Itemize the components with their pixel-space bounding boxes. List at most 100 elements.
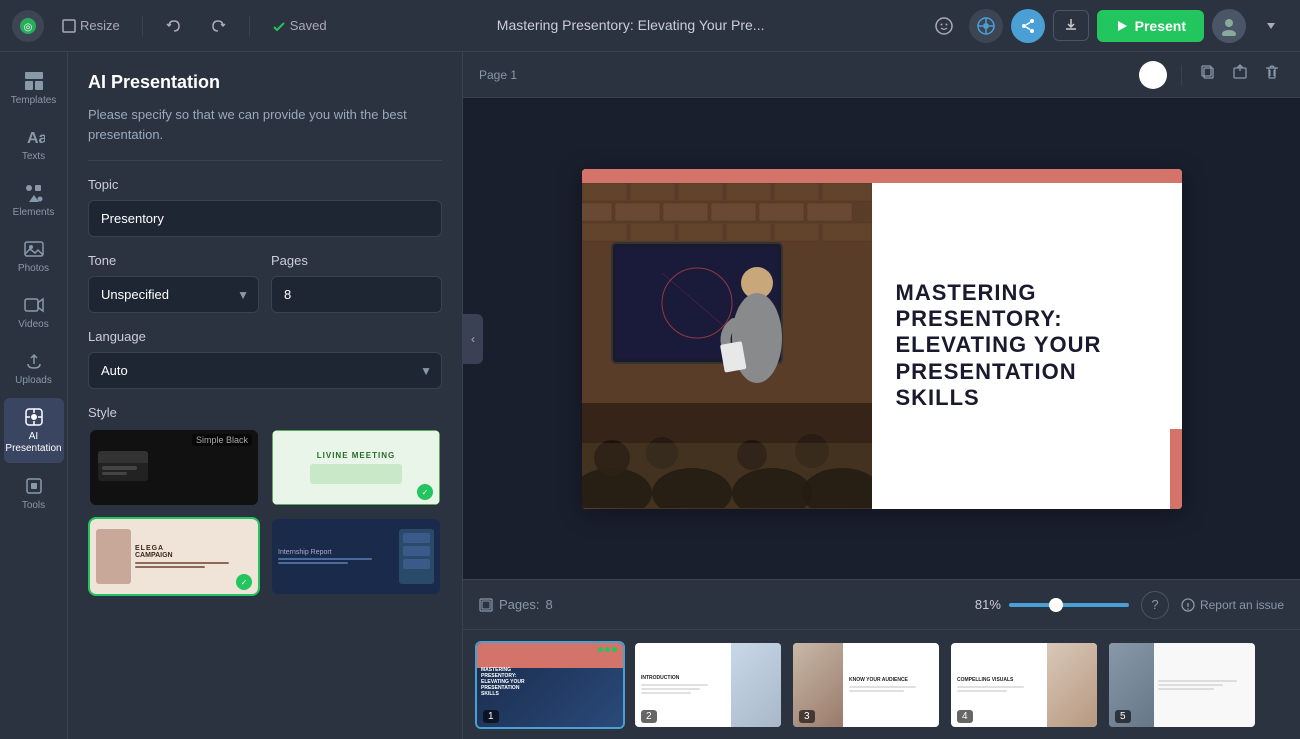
download-button[interactable] [1053,10,1089,41]
tone-label: Tone [88,253,259,268]
sidebar-item-uploads[interactable]: Uploads [4,342,64,394]
resize-label: Resize [80,18,120,33]
sidebar-item-photos[interactable]: Photos [4,230,64,282]
language-select-wrapper: Auto English Spanish French ▼ [88,352,442,389]
thumbnail-2[interactable]: INTRODUCTION 2 [633,641,783,729]
tone-field: Tone Unspecified Formal Casual Inspirati… [88,253,259,313]
report-issue-button[interactable]: Report an issue [1181,598,1284,612]
collapse-panel-button[interactable]: ‹ [463,314,483,364]
report-label: Report an issue [1200,598,1284,612]
pages-label: Pages: [499,597,539,612]
color-picker-white[interactable] [1139,61,1167,89]
doc-title: Mastering Presentory: Elevating Your Pre… [497,17,765,33]
language-label: Language [88,329,442,344]
sidebar-item-tools[interactable]: Tools [4,467,64,519]
copy-button[interactable] [1196,60,1220,89]
style-card-livine-meeting[interactable]: LIVINE MEETING ✓ [270,428,442,507]
avatar-dropdown-button[interactable] [1254,9,1288,43]
sidebar-templates-label: Templates [11,95,57,106]
thumbnail-3[interactable]: KNOW YOUR AUDIENCE 3 [791,641,941,729]
slide-background-image [582,183,872,509]
sidebar-texts-label: Texts [22,151,45,162]
language-select[interactable]: Auto English Spanish French [88,352,442,389]
slide-preview: MASTERING PRESENTORY: ELEVATING YOUR PRE… [582,169,1182,509]
slide-text-area: MASTERING PRESENTORY: ELEVATING YOUR PRE… [872,183,1182,509]
slide-photo-area [582,183,872,509]
ai-panel-description: Please specify so that we can provide yo… [88,105,442,144]
thumbnail-5[interactable]: 5 [1107,641,1257,729]
user-avatar[interactable] [1212,9,1246,43]
sidebar-photos-label: Photos [18,263,49,274]
sidebar-item-ai[interactable]: AIPresentation [4,398,64,463]
bottom-bar: Pages: 8 81% ? Report an issue [463,579,1300,629]
svg-text:Aa: Aa [27,130,45,147]
slide-body: MASTERING PRESENTORY: ELEVATING YOUR PRE… [582,183,1182,509]
topbar-right: Present [927,9,1288,43]
style-label: Style [88,405,442,420]
sidebar-item-elements[interactable]: Elements [4,174,64,226]
ai-panel-title: AI Presentation [88,72,442,93]
panel-divider [88,160,442,161]
app-logo: ◎ [12,10,44,42]
thumbnail-strip: MASTERINGPRESENTORY:ELEVATING YOURPRESEN… [463,629,1300,739]
style-card-simple-black[interactable]: Simple Black [88,428,260,507]
report-icon [1181,598,1195,612]
zoom-percent: 81% [975,597,1001,612]
sidebar-item-templates[interactable]: Templates [4,62,64,114]
style-card-elega-campaign[interactable]: ELEGA CAMPAIGN ✓ [88,517,260,596]
redo-button[interactable] [201,9,235,43]
slide-title-line4: PRESENTATION [896,359,1077,384]
thumbnail-1[interactable]: MASTERINGPRESENTORY:ELEVATING YOURPRESEN… [475,641,625,729]
page-label: Page 1 [479,68,517,82]
slide-right-accent [1170,429,1182,509]
saved-label: Saved [290,18,327,33]
style-simple-black-label: Simple Black [192,434,252,446]
present-button[interactable]: Present [1097,10,1204,42]
share-button[interactable] [1011,9,1045,43]
slide-title-line3: ELEVATING YOUR [896,332,1102,357]
tone-select[interactable]: Unspecified Formal Casual Inspirational … [88,276,259,313]
help-icon: ? [1151,597,1158,612]
sidebar-item-texts[interactable]: Aa Texts [4,118,64,170]
style-grid: Simple Black LIVINE MEETING ✓ [88,428,442,596]
zoom-control: 81% [975,597,1129,612]
zoom-slider[interactable] [1009,603,1129,607]
resize-button[interactable]: Resize [54,14,128,37]
style-card-internship-report[interactable]: Internship Report [270,517,442,596]
canvas-main: ‹ [463,98,1300,579]
pages-input[interactable] [271,276,442,313]
slide-top-accent [582,169,1182,183]
thumb-2-num: 2 [641,710,657,723]
delete-button[interactable] [1260,60,1284,89]
sidebar-tools-label: Tools [22,500,45,511]
thumb-4-num: 4 [957,710,973,723]
saved-button[interactable]: Saved [264,14,335,37]
pages-icon [479,598,493,612]
canvas-area: Page 1 ‹ [463,52,1300,739]
canvas-toolbar: Page 1 [463,52,1300,98]
thumb-1-num: 1 [483,710,499,723]
emoji-button[interactable] [927,9,961,43]
pages-count: 8 [545,597,552,612]
slide-title-line1: MASTERING [896,280,1037,305]
thumbnail-4[interactable]: COMPELLING VISUALS 4 [949,641,1099,729]
sidebar-uploads-label: Uploads [15,375,52,386]
topic-input[interactable] [88,200,442,237]
export-button[interactable] [1228,60,1252,89]
slide-title-line5: SKILLS [896,385,980,410]
svg-text:◎: ◎ [24,22,33,33]
topbar: ◎ Resize Saved Mastering Presentory: Ele… [0,0,1300,52]
undo-button[interactable] [157,9,191,43]
main-area: Templates Aa Texts Elements Photos Video… [0,52,1300,739]
thumb-3-num: 3 [799,710,815,723]
sidebar-item-videos[interactable]: Videos [4,286,64,338]
tone-pages-row: Tone Unspecified Formal Casual Inspirati… [88,253,442,313]
thumb-5-num: 5 [1115,710,1131,723]
present-label: Present [1135,18,1186,34]
sidebar-videos-label: Videos [18,319,48,330]
help-button[interactable]: ? [1141,591,1169,619]
icon-sidebar: Templates Aa Texts Elements Photos Video… [0,52,68,739]
chrome-icon-button[interactable] [969,9,1003,43]
separator [142,16,143,36]
separator2 [249,16,250,36]
